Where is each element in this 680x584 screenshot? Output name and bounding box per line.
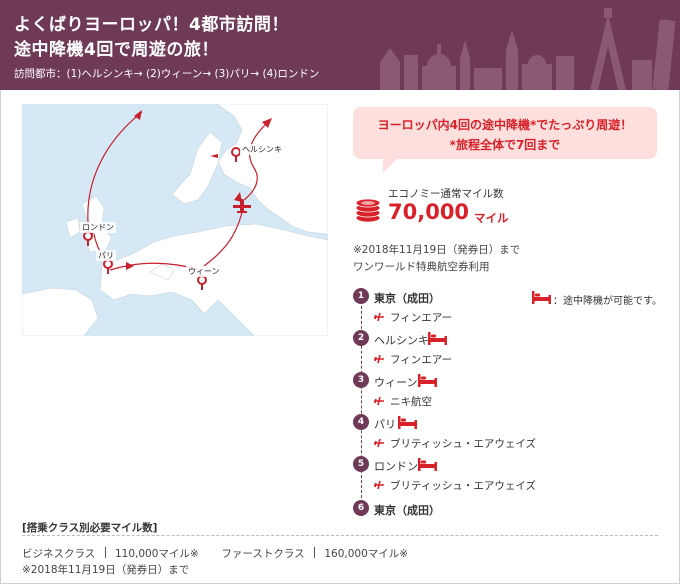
first-class-label: ファーストクラス xyxy=(221,548,305,560)
miles-note-program: ワンワールド特典航空券利用 xyxy=(353,261,490,273)
header-title-line2: 途中降機4回で周遊の旅！ xyxy=(14,40,219,60)
miles-value: 70,000 xyxy=(388,200,470,224)
airplane-icon xyxy=(374,312,384,322)
stop-name-london: ロンドン xyxy=(374,460,418,473)
airline-leg-2: フィンエアー xyxy=(390,354,453,366)
itinerary-line xyxy=(361,296,362,508)
miles-label: エコノミー通常マイル数 xyxy=(388,188,504,200)
stop-number-6: 6 xyxy=(353,500,369,516)
callout-line2: *旅程全体で7回まで xyxy=(449,138,561,152)
first-class-miles: 160,000マイル※ xyxy=(324,548,409,560)
stop-name-tokyo-start: 東京（成田） xyxy=(374,292,440,305)
map-label-vienna: ウィーン xyxy=(186,266,222,277)
map-label-london: ロンドン xyxy=(80,222,116,233)
airline-leg-4: ブリティッシュ・エアウェイズ xyxy=(390,438,537,450)
stopover-bed-icon xyxy=(532,291,551,304)
airline-leg-1: フィンエアー xyxy=(390,312,453,324)
fares-row: ビジネスクラス 110,000マイル※ ファーストクラス 160,000マイル※ xyxy=(22,546,408,561)
header-title-line1: よくばりヨーロッパ！4都市訪問！ xyxy=(14,15,289,35)
skyline-illustration xyxy=(380,8,676,90)
airplane-icon xyxy=(374,354,384,364)
stop-name-vienna: ウィーン xyxy=(374,376,418,389)
stopover-callout: ヨーロッパ内4回の途中降機*でたっぷり周遊！ *旅程全体で7回まで xyxy=(353,107,657,173)
airline-leg-3: ニキ航空 xyxy=(390,396,432,408)
fares-note: ※2018年11月19日（発券日）まで xyxy=(22,564,190,576)
stop-number-3: 3 xyxy=(353,372,369,388)
airplane-icon xyxy=(374,396,384,406)
airline-leg-5: ブリティッシュ・エアウェイズ xyxy=(390,480,537,492)
stop-number-2: 2 xyxy=(353,330,369,346)
business-class-label: ビジネスクラス xyxy=(22,548,96,560)
stop-name-tokyo-end: 東京（成田） xyxy=(374,504,440,517)
stopover-bed-icon xyxy=(428,332,447,345)
stop-name-paris: パリ xyxy=(374,418,396,431)
stopover-legend-text: ：途中降機が可能です。 xyxy=(553,296,662,307)
header-route: 訪問都市：(1)ヘルシンキ→ (2)ウィーン→ (3)パリ→ (4)ロンドン xyxy=(14,68,320,80)
map-illustration xyxy=(22,104,328,336)
airplane-icon xyxy=(374,480,384,490)
business-class-miles: 110,000マイル※ xyxy=(114,548,199,560)
stop-number-4: 4 xyxy=(353,414,369,430)
header-banner: よくばりヨーロッパ！4都市訪問！ 途中降機4回で周遊の旅！ 訪問都市：(1)ヘル… xyxy=(0,0,680,90)
stop-number-5: 5 xyxy=(353,456,369,472)
fare-separator xyxy=(314,547,315,558)
map-label-paris: パリ xyxy=(96,250,116,261)
route-map: ヘルシンキ ロンドン パリ ウィーン xyxy=(22,104,328,336)
fares-section-title: [搭乗クラス別必要マイル数] xyxy=(22,522,158,534)
stopover-bed-icon xyxy=(398,416,417,429)
fares-divider xyxy=(22,535,658,536)
fare-separator xyxy=(104,547,106,558)
callout-line1: ヨーロッパ内4回の途中降機*でたっぷり周遊！ xyxy=(377,118,633,132)
miles-coins-icon xyxy=(355,198,381,222)
airplane-icon xyxy=(374,438,384,448)
stop-number-1: 1 xyxy=(353,288,369,304)
miles-note-date: ※2018年11月19日（発券日）まで xyxy=(353,244,521,256)
stopover-bed-icon xyxy=(418,374,437,387)
stop-name-helsinki: ヘルシンキ xyxy=(374,334,429,347)
map-label-helsinki: ヘルシンキ xyxy=(240,144,284,155)
stopover-bed-icon xyxy=(418,458,437,471)
miles-unit: マイル xyxy=(474,211,509,225)
